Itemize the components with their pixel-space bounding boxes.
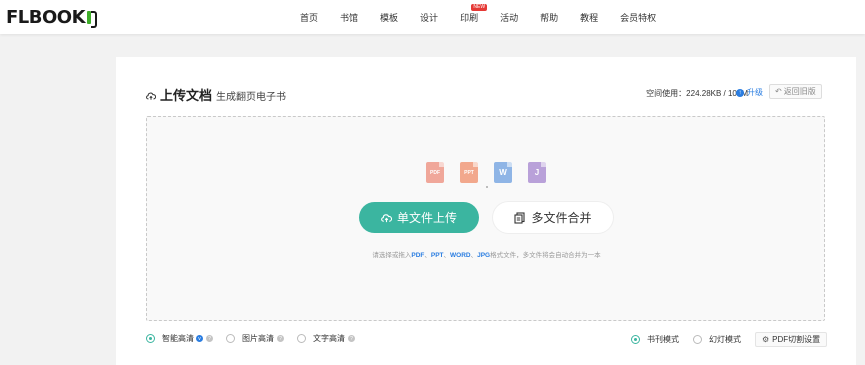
single-file-upload-button[interactable]: 单文件上传 <box>359 202 479 233</box>
nav-help[interactable]: 帮助 <box>540 11 558 24</box>
flbook-logo[interactable]: FLBOOK <box>6 6 98 28</box>
slide-mode-label: 幻灯模式 <box>709 335 741 344</box>
ppt-file-icon: PPT <box>460 162 478 183</box>
nav-tutorials[interactable]: 教程 <box>580 11 598 24</box>
upgrade-icon: ↑ <box>736 88 744 97</box>
page-subtitle: 生成翻页电子书 <box>216 92 287 103</box>
ppt-icon-letter: PPT <box>464 169 474 176</box>
pdf-icon-letter: PDF <box>430 169 440 176</box>
word-icon-letter: W <box>499 168 507 177</box>
nav-library[interactable]: 书馆 <box>340 11 358 24</box>
hint-prefix: 请选择或拖入 <box>372 252 412 259</box>
gear-icon: ⚙ <box>762 335 770 344</box>
storage-usage: 空间使用：224.28KB / 100M <box>646 89 748 98</box>
cloud-upload-icon <box>381 213 392 222</box>
smart-hd-label: 智能高清 <box>162 334 194 343</box>
option-image-hd[interactable]: 图片高清 ? <box>226 333 284 344</box>
top-navbar: FLBOOK 首页 书馆 模板 设计 印刷 NEW 活动 帮助 教程 会员特权 <box>0 0 865 34</box>
nav-events[interactable]: 活动 <box>500 11 518 24</box>
nav-print-label: 印刷 <box>460 12 479 23</box>
nav-print[interactable]: 印刷 NEW <box>460 3 488 24</box>
back-to-old-version-button[interactable]: ↶ 返回旧版 <box>769 84 822 99</box>
upgrade-label: 升级 <box>747 88 763 97</box>
jpg-file-icon: J <box>528 162 546 183</box>
vip-badge-icon: v <box>196 335 203 342</box>
radio-text-hd[interactable] <box>297 334 306 343</box>
image-hd-label: 图片高清 <box>242 334 274 343</box>
back-label: 返回旧版 <box>783 87 816 96</box>
logo-mark-icon <box>86 10 98 28</box>
multi-file-merge-button[interactable]: 多文件合并 <box>493 202 613 233</box>
upgrade-link[interactable]: ↑ 升级 <box>736 87 763 98</box>
pdf-split-label: PDF切割设置 <box>772 335 821 344</box>
nav-home[interactable]: 首页 <box>300 11 318 24</box>
upload-heading: 上传文档 生成翻页电子书 <box>146 85 286 104</box>
hint-suffix: 格式文件，多文件将会自动合并为一本 <box>490 252 601 259</box>
book-mode-label: 书刊模式 <box>647 335 679 344</box>
upload-hint: 请选择或拖入PDF、PPT、WORD、JPG格式文件，多文件将会自动合并为一本 <box>372 252 601 259</box>
help-icon[interactable]: ? <box>206 335 213 342</box>
text-hd-label: 文字高清 <box>313 334 345 343</box>
word-file-icon: W <box>494 162 512 183</box>
help-icon[interactable]: ? <box>277 335 284 342</box>
upload-card: 上传文档 生成翻页电子书 空间使用：224.28KB / 100M ↑ 升级 ↶… <box>116 57 856 365</box>
hint-type-ppt: PPT <box>430 252 444 259</box>
help-icon[interactable]: ? <box>348 335 355 342</box>
file-type-icons: PDF PPT W J <box>426 162 562 183</box>
jpg-icon-letter: J <box>534 168 540 177</box>
radio-book-mode[interactable] <box>631 335 640 344</box>
option-slide-mode[interactable]: 幻灯模式 <box>693 334 741 345</box>
file-drop-zone[interactable]: PDF PPT W J 单文件上传 多文件合并 请选择或拖入PDF、PPT、WO… <box>146 116 825 321</box>
cloud-upload-icon <box>146 92 156 100</box>
documents-icon <box>514 211 526 224</box>
hint-type-word: WORD <box>450 252 471 259</box>
pdf-file-icon: PDF <box>426 162 444 183</box>
main-nav: 首页 书馆 模板 设计 印刷 NEW 活动 帮助 教程 会员特权 <box>300 0 678 34</box>
quality-options: 智能高清 v ? 图片高清 ? 文字高清 ? <box>146 333 368 344</box>
page-title: 上传文档 <box>160 88 213 103</box>
hint-type-pdf: PDF <box>411 252 425 259</box>
separator-dot <box>486 186 488 188</box>
mode-options: 书刊模式 幻灯模式 ⚙ PDF切割设置 <box>631 332 828 347</box>
radio-smart-hd[interactable] <box>146 334 155 343</box>
merge-label: 多文件合并 <box>531 211 592 225</box>
nav-templates[interactable]: 模板 <box>380 11 398 24</box>
option-book-mode[interactable]: 书刊模式 <box>631 334 679 345</box>
radio-slide-mode[interactable] <box>693 335 702 344</box>
hint-type-jpg: JPG <box>477 252 491 259</box>
nav-design[interactable]: 设计 <box>420 11 438 24</box>
nav-membership[interactable]: 会员特权 <box>620 11 656 24</box>
pdf-split-settings-button[interactable]: ⚙ PDF切割设置 <box>755 332 828 347</box>
logo-text: FLBOOK <box>6 6 86 28</box>
return-arrow-icon: ↶ <box>775 87 782 96</box>
new-badge: NEW <box>471 3 488 11</box>
option-smart-hd[interactable]: 智能高清 v ? <box>146 333 213 344</box>
single-upload-label: 单文件上传 <box>396 211 457 225</box>
option-text-hd[interactable]: 文字高清 ? <box>297 333 355 344</box>
radio-image-hd[interactable] <box>226 334 235 343</box>
